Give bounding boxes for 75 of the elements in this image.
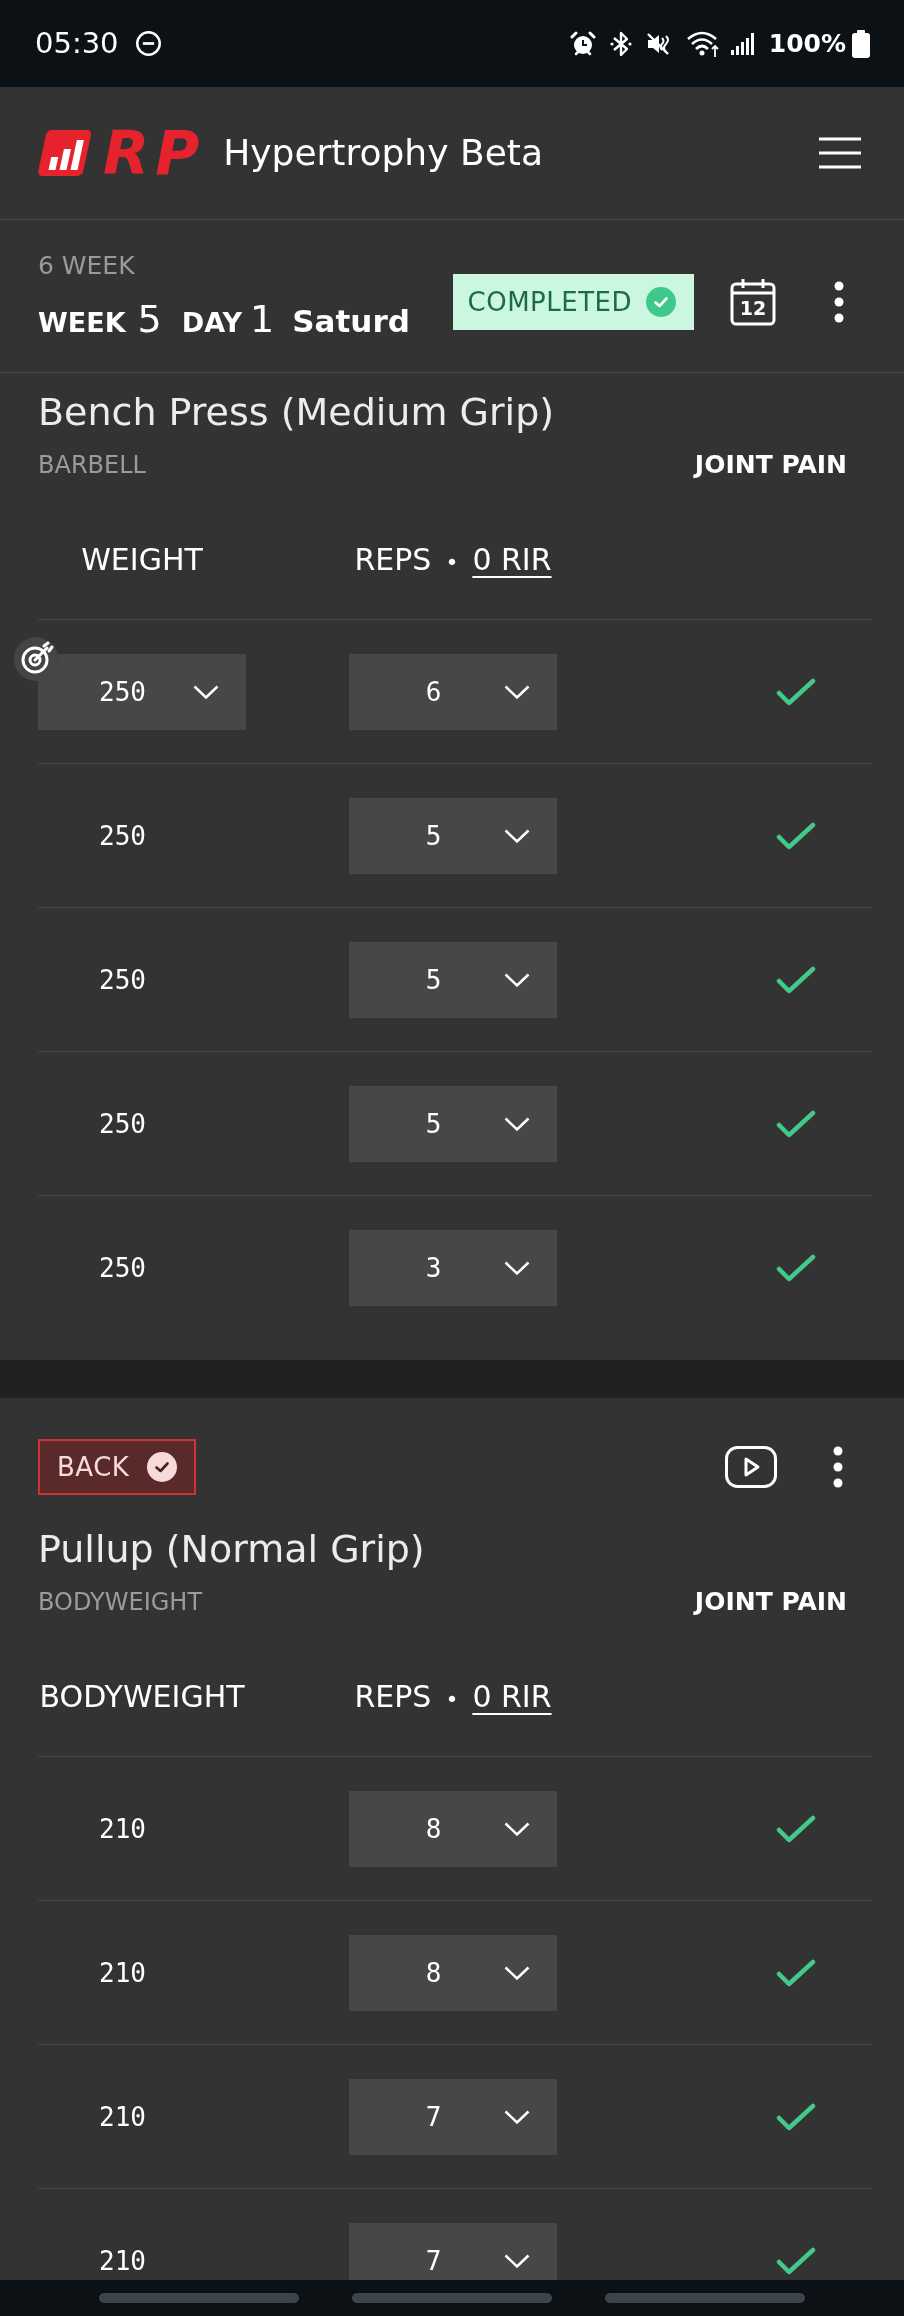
weight-dropdown[interactable]: 250 bbox=[38, 653, 246, 730]
logo-text: RP bbox=[103, 123, 206, 183]
day-number: 1 bbox=[250, 297, 275, 341]
bluetooth-icon bbox=[609, 30, 632, 57]
do-not-disturb-icon bbox=[134, 30, 162, 57]
exercise-title: Bench Press (Medium Grip) bbox=[38, 389, 556, 435]
weight-value: 250 bbox=[99, 1252, 146, 1283]
separator-text: • bbox=[445, 1686, 459, 1714]
weight-value: 210 bbox=[99, 2101, 146, 2132]
checkmark-icon[interactable] bbox=[776, 2102, 816, 2131]
separator-text: • bbox=[445, 549, 459, 577]
checkmark-icon[interactable] bbox=[776, 1253, 816, 1282]
reps-dropdown[interactable]: 7 bbox=[349, 2078, 557, 2155]
rir-link[interactable]: 0 RIR bbox=[472, 1682, 552, 1712]
app-title: Hypertrophy Beta bbox=[223, 131, 543, 175]
muted-speaker-icon bbox=[645, 31, 672, 56]
checkmark-icon[interactable] bbox=[776, 2246, 816, 2275]
chevron-down-icon bbox=[504, 1260, 530, 1275]
weight-value: 250 bbox=[99, 964, 146, 995]
reps-dropdown[interactable]: 8 bbox=[349, 1934, 557, 2011]
weight-value: 210 bbox=[99, 1813, 146, 1844]
reps-dropdown[interactable]: 5 bbox=[349, 797, 557, 874]
calendar-button[interactable]: 12 bbox=[730, 278, 776, 326]
checkmark-icon[interactable] bbox=[776, 1814, 816, 1843]
chevron-down-icon bbox=[504, 2253, 530, 2268]
column-header: WEIGHT bbox=[81, 545, 203, 575]
rir-link[interactable]: 0 RIR bbox=[472, 545, 552, 575]
weight-value: 210 bbox=[99, 2245, 146, 2276]
week-number: 5 bbox=[137, 297, 162, 341]
status-time: 05:30 bbox=[35, 29, 119, 58]
day-label: DAY bbox=[181, 307, 243, 338]
status-label: COMPLETED bbox=[467, 287, 632, 317]
exercise-title: Pullup (Normal Grip) bbox=[38, 1526, 426, 1572]
weight-value: 210 bbox=[99, 1957, 146, 1988]
signal-bars-icon bbox=[730, 32, 755, 55]
reps-dropdown[interactable]: 6 bbox=[349, 653, 557, 730]
checkmark-icon[interactable] bbox=[776, 1958, 816, 1987]
joint-pain-button[interactable]: JOINT PAIN bbox=[694, 450, 847, 480]
reps-dropdown[interactable]: 5 bbox=[349, 1085, 557, 1162]
chevron-down-icon bbox=[504, 2109, 530, 2124]
reps-dropdown[interactable]: 7 bbox=[349, 2222, 557, 2280]
equipment-label: BODYWEIGHT bbox=[38, 1587, 203, 1617]
battery-icon bbox=[852, 29, 870, 58]
chevron-down-icon bbox=[504, 684, 530, 699]
checkmark-icon[interactable] bbox=[776, 677, 816, 706]
reps-dropdown[interactable]: 3 bbox=[349, 1229, 557, 1306]
program-label: 6 WEEK bbox=[38, 251, 135, 281]
chevron-down-icon bbox=[504, 1116, 530, 1131]
alarm-clock-icon bbox=[569, 30, 596, 57]
menu-icon[interactable] bbox=[818, 137, 862, 169]
chevron-down-icon bbox=[193, 684, 219, 699]
checkmark-icon[interactable] bbox=[776, 821, 816, 850]
week-label: WEEK bbox=[38, 307, 126, 338]
weight-value: 250 bbox=[99, 1108, 146, 1139]
muscle-group-label: BACK bbox=[57, 1452, 130, 1482]
chevron-down-icon bbox=[504, 1821, 530, 1836]
column-header: BODYWEIGHT bbox=[39, 1682, 245, 1712]
battery-percent: 100% bbox=[768, 31, 846, 56]
calendar-icon bbox=[730, 278, 776, 326]
reps-dropdown[interactable]: 5 bbox=[349, 941, 557, 1018]
joint-pain-button[interactable]: JOINT PAIN bbox=[694, 1587, 847, 1617]
check-circle-icon bbox=[646, 287, 676, 317]
chevron-down-icon bbox=[504, 972, 530, 987]
weight-value: 250 bbox=[99, 820, 146, 851]
target-icon[interactable] bbox=[14, 637, 58, 681]
column-header: REPS bbox=[354, 545, 432, 575]
weekday-label: Saturd bbox=[292, 303, 410, 339]
column-header: REPS bbox=[354, 1682, 432, 1712]
checkmark-icon[interactable] bbox=[776, 965, 816, 994]
equipment-label: BARBELL bbox=[38, 450, 146, 480]
play-video-icon[interactable] bbox=[725, 1446, 777, 1488]
chevron-down-icon bbox=[504, 828, 530, 843]
checkmark-icon[interactable] bbox=[776, 1109, 816, 1138]
chevron-down-icon bbox=[504, 1965, 530, 1980]
reps-dropdown[interactable]: 8 bbox=[349, 1790, 557, 1867]
